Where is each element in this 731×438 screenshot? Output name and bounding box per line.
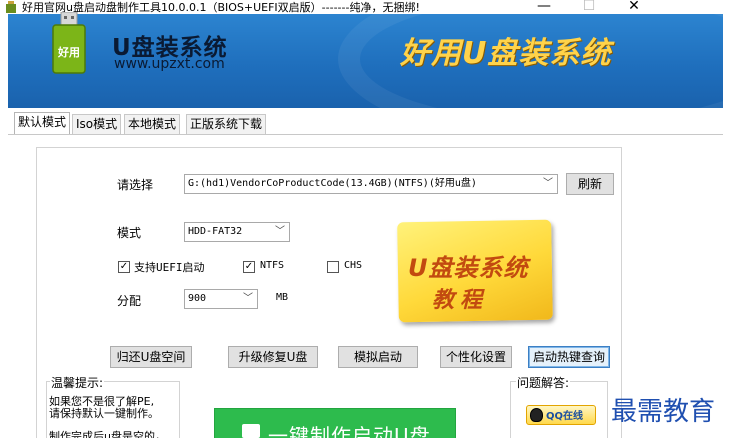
tutorial-title[interactable]: U盘装系统 bbox=[408, 248, 529, 283]
tab-divider bbox=[8, 134, 723, 135]
app-usb-icon bbox=[6, 1, 16, 13]
drive-select-label: 请选择 bbox=[117, 178, 154, 192]
qq-penguin-icon bbox=[530, 408, 543, 422]
help-title: 问题解答: bbox=[516, 374, 571, 391]
tips-text-line: 请保持默认一键制作。 bbox=[49, 407, 159, 420]
watermark-text: 最需教育 bbox=[611, 397, 716, 427]
drive-select[interactable]: G:(hd1)VendorCoProductCode(13.4GB)(NTFS)… bbox=[184, 174, 558, 194]
maximize-button[interactable]: ☐ bbox=[566, 0, 612, 14]
boot-hotkey-query-button[interactable]: 启动热键查询 bbox=[528, 346, 610, 368]
close-button[interactable]: ✕ bbox=[611, 0, 657, 14]
banner-slogan: 好用U盘装系统 bbox=[400, 36, 612, 71]
uefi-label: 支持UEFI启动 bbox=[134, 261, 205, 274]
mode-select[interactable]: HDD-FAT32 ﹀ bbox=[184, 222, 290, 242]
chevron-down-icon: ﹀ bbox=[243, 293, 253, 304]
allocation-select[interactable]: 900 ﹀ bbox=[184, 289, 258, 309]
usb-icon bbox=[242, 424, 260, 438]
uefi-checkbox[interactable]: ✓ bbox=[118, 261, 130, 273]
drive-select-value: G:(hd1)VendorCoProductCode(13.4GB)(NTFS)… bbox=[188, 178, 477, 189]
upgrade-repair-usb-button[interactable]: 升级修复U盘 bbox=[228, 346, 318, 368]
ntfs-label: NTFS bbox=[260, 260, 285, 271]
chevron-down-icon: ﹀ bbox=[543, 178, 553, 189]
tab-local-mode[interactable]: 本地模式 bbox=[124, 114, 181, 134]
minimize-button[interactable]: — bbox=[521, 0, 567, 14]
restore-usb-space-button[interactable]: 归还U盘空间 bbox=[110, 346, 192, 368]
tab-iso-mode[interactable]: Iso模式 bbox=[72, 114, 122, 134]
mode-select-value: HDD-FAT32 bbox=[188, 226, 243, 237]
customize-button[interactable]: 个性化设置 bbox=[440, 346, 512, 368]
simulate-boot-button[interactable]: 模拟启动 bbox=[338, 346, 418, 368]
tips-title: 温馨提示: bbox=[50, 374, 105, 391]
chs-label: CHS bbox=[344, 260, 363, 271]
allocation-select-value: 900 bbox=[188, 293, 207, 304]
tab-system-download[interactable]: 正版系统下载 bbox=[186, 114, 267, 134]
tab-default-mode[interactable]: 默认模式 bbox=[14, 112, 71, 134]
ntfs-checkbox[interactable]: ✓ bbox=[243, 261, 255, 273]
tips-text-line: 制作完成后u盘是空的， bbox=[49, 430, 166, 438]
tutorial-subtitle[interactable]: 教程 bbox=[432, 282, 488, 314]
allocation-label: 分配 bbox=[117, 294, 142, 308]
chs-checkbox[interactable] bbox=[327, 261, 339, 273]
qq-online-label: QQ在线 bbox=[546, 411, 584, 422]
mode-label: 模式 bbox=[117, 226, 142, 240]
allocation-unit: MB bbox=[276, 292, 289, 303]
chevron-down-icon: ﹀ bbox=[275, 226, 285, 237]
usb-drive-logo-icon: 好用 bbox=[52, 12, 86, 74]
brand-url: www.upzxt.com bbox=[114, 56, 225, 72]
refresh-button[interactable]: 刷新 bbox=[566, 173, 614, 195]
svg-text:好用: 好用 bbox=[57, 45, 80, 59]
one-click-make-label: 一键制作启动U盘 bbox=[268, 424, 431, 438]
